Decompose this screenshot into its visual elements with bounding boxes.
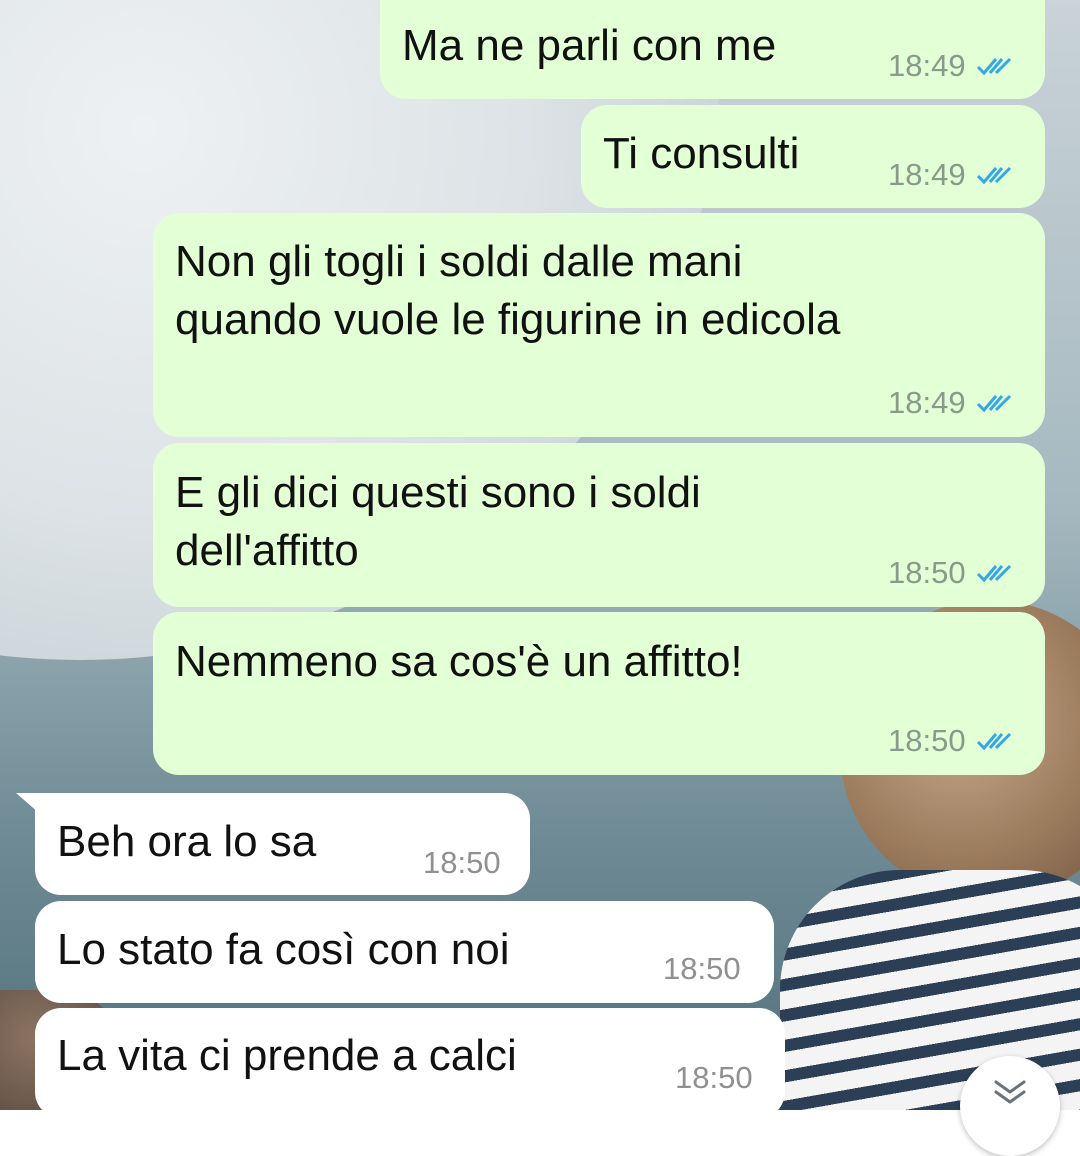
message-meta: 18:50 — [675, 1060, 753, 1096]
message-meta: 18:50 — [888, 555, 1014, 591]
message-text: Non gli togli i soldi dalle mani quando … — [175, 237, 841, 344]
message-time: 18:50 — [675, 1060, 753, 1095]
scroll-down-button[interactable] — [960, 1056, 1060, 1156]
double-check-icon — [976, 57, 1011, 76]
double-check-icon — [976, 732, 1011, 751]
message-meta: 18:50 — [663, 951, 741, 987]
message-time: 18:49 — [888, 48, 966, 83]
incoming-message[interactable]: Lo stato fa così con noi 18:50 — [35, 901, 774, 1003]
message-meta: 18:49 — [888, 48, 1014, 84]
outgoing-message[interactable]: Non gli togli i soldi dalle mani quando … — [153, 213, 1045, 437]
message-meta: 18:50 — [888, 723, 1014, 759]
double-check-icon — [976, 166, 1011, 185]
message-time: 18:49 — [888, 157, 966, 192]
message-time: 18:50 — [888, 555, 966, 590]
message-text: Ti consulti — [603, 129, 800, 178]
outgoing-message[interactable]: Nemmeno sa cos'è un affitto! 18:50 — [153, 612, 1045, 775]
outgoing-message[interactable]: Ti consulti 18:49 — [581, 105, 1045, 208]
double-check-icon — [976, 564, 1011, 583]
message-text: Lo stato fa così con noi — [57, 925, 510, 974]
incoming-message[interactable]: La vita ci prende a calci 18:50 — [35, 1008, 785, 1118]
outgoing-message[interactable]: Ma ne parli con me 18:49 — [380, 0, 1045, 99]
message-text: Ma ne parli con me — [402, 21, 777, 70]
message-text: E gli dici questi sono i soldi dell'affi… — [175, 468, 701, 575]
message-text: Nemmeno sa cos'è un affitto! — [175, 637, 743, 686]
incoming-message[interactable]: Beh ora lo sa 18:50 — [35, 793, 530, 895]
message-time: 18:50 — [423, 845, 501, 880]
outgoing-message[interactable]: E gli dici questi sono i soldi dell'affi… — [153, 443, 1045, 607]
message-meta: 18:49 — [888, 385, 1014, 421]
message-time: 18:50 — [888, 723, 966, 758]
double-check-icon — [976, 394, 1011, 413]
message-time: 18:50 — [663, 951, 741, 986]
message-text: La vita ci prende a calci — [57, 1031, 517, 1080]
message-text: Beh ora lo sa — [57, 817, 317, 866]
message-meta: 18:49 — [888, 157, 1014, 193]
double-chevron-down-icon — [994, 1080, 1026, 1104]
message-time: 18:49 — [888, 385, 966, 420]
message-meta: 18:50 — [423, 845, 501, 881]
